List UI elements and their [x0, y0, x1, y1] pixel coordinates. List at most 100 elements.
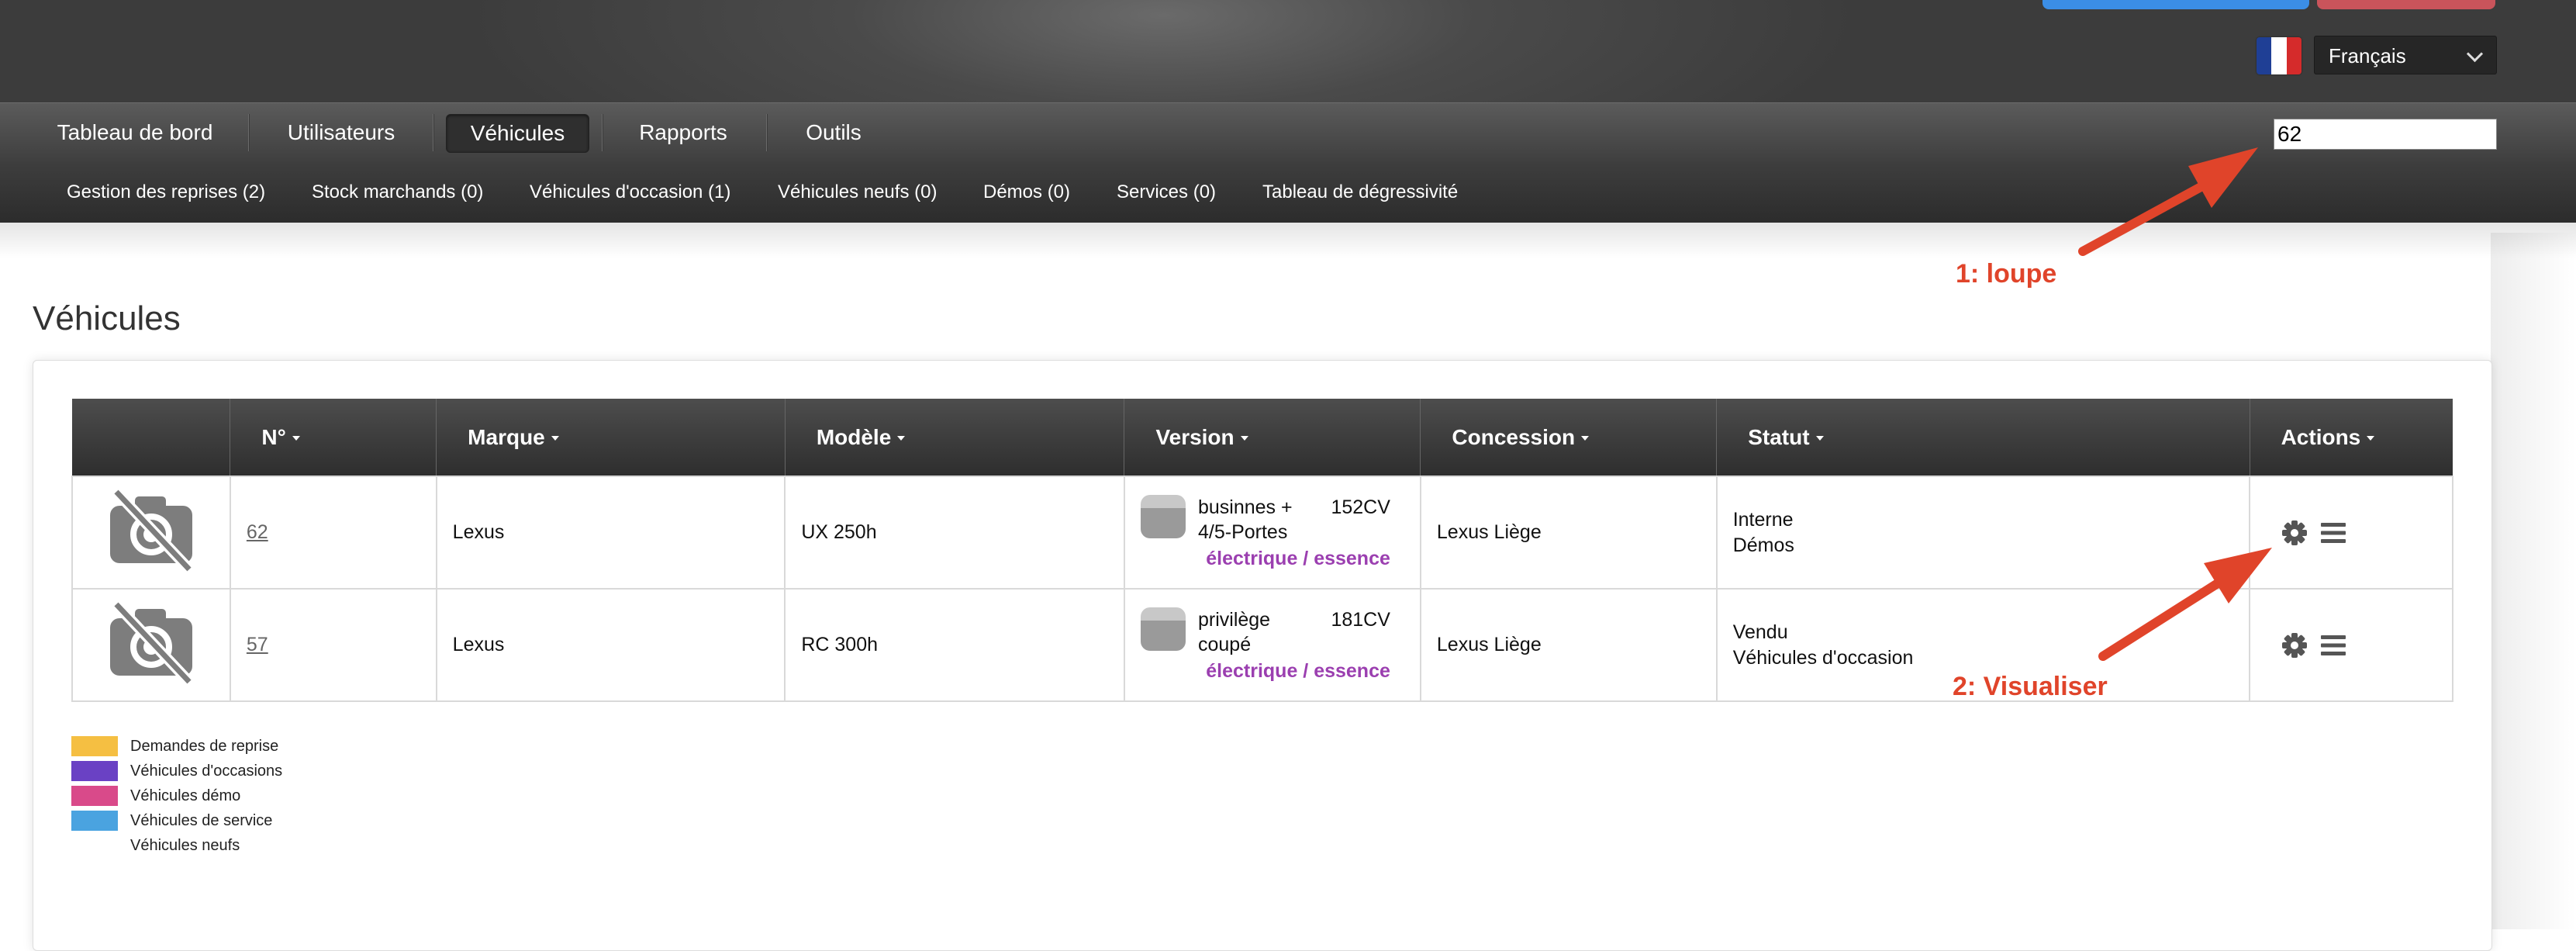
col-actions-header[interactable]: Actions — [2249, 399, 2453, 476]
gear-icon[interactable] — [2281, 632, 2308, 659]
col-num-label: N° — [261, 424, 286, 449]
page-title: Véhicules — [33, 299, 181, 337]
legend-label: Véhicules démo — [130, 787, 241, 804]
nav-divider — [248, 114, 250, 151]
nav-item-utilisateurs[interactable]: Utilisateurs — [273, 114, 409, 151]
vehicle-number-link[interactable]: 57 — [247, 634, 268, 655]
col-concession-label: Concession — [1452, 424, 1576, 449]
language-select[interactable]: Français — [2314, 36, 2497, 74]
nav-item-outils[interactable]: Outils — [783, 114, 884, 151]
legend-label: Véhicules d'occasions — [130, 762, 283, 780]
version-cell: privilège 181CV coupé électrique / essenc… — [1123, 588, 1421, 702]
french-flag-icon — [2257, 37, 2301, 74]
nav-divider — [602, 114, 603, 151]
page-side-shadow — [2491, 233, 2576, 929]
col-version-label: Version — [1155, 424, 1234, 449]
top-header: Français — [0, 0, 2576, 102]
legend-swatch — [71, 761, 118, 781]
col-statut-header[interactable]: Statut — [1716, 399, 2250, 476]
col-modele-label: Modèle — [816, 424, 892, 449]
no-photo-icon — [109, 600, 194, 686]
nav-item-vehicules[interactable]: Véhicules — [446, 114, 589, 153]
photo-cell — [71, 588, 231, 702]
statut-line-2: Véhicules d'occasion — [1732, 646, 1914, 669]
version-name: businnes + — [1197, 496, 1293, 518]
nav-item-rapports[interactable]: Rapports — [620, 114, 746, 151]
no-photo-icon — [109, 488, 194, 573]
main-nav: Tableau de bord Utilisateurs Véhicules R… — [0, 102, 2576, 163]
legend-label: Véhicules neufs — [130, 836, 240, 854]
table-row: 62 Lexus UX 250h businnes + 152CV 4/5-Por… — [71, 476, 2453, 590]
version-body: 4/5-Portes — [1197, 520, 1288, 543]
col-actions-label: Actions — [2281, 424, 2361, 449]
statut-cell: Interne Démos — [1715, 476, 2251, 590]
modele-cell: UX 250h — [784, 476, 1125, 590]
actions-cell — [2249, 588, 2453, 702]
num-cell: 57 — [229, 588, 437, 702]
list-icon[interactable] — [2320, 521, 2346, 545]
sort-caret-icon — [1240, 436, 1248, 441]
version-power: 152CV — [1331, 496, 1390, 518]
subnav-item-vehicules-neufs[interactable]: Véhicules neufs (0) — [778, 162, 937, 223]
chevron-down-icon — [2466, 45, 2484, 63]
statut-line-2: Démos — [1732, 534, 1794, 556]
sort-caret-icon — [1581, 436, 1590, 441]
col-photo-header — [72, 399, 230, 476]
legend-swatch — [71, 736, 118, 756]
modele-cell: RC 300h — [784, 588, 1125, 702]
top-blue-button[interactable] — [2042, 0, 2309, 9]
subnav-item-tableau-degressivite[interactable]: Tableau de dégressivité — [1262, 162, 1458, 223]
actions-cell — [2249, 476, 2453, 590]
version-thumbnail-icon — [1140, 494, 1186, 538]
legend-item: Véhicules démo — [71, 783, 282, 808]
col-version-header[interactable]: Version — [1124, 399, 1421, 476]
marque-cell: Lexus — [435, 476, 786, 590]
col-concession-header[interactable]: Concession — [1420, 399, 1717, 476]
vehicle-number-link[interactable]: 62 — [247, 521, 268, 543]
nav-item-tableau-de-bord[interactable]: Tableau de bord — [47, 114, 223, 151]
list-icon[interactable] — [2320, 634, 2346, 657]
col-marque-header[interactable]: Marque — [436, 399, 786, 476]
legend-swatch — [71, 786, 118, 806]
fuel-type: électrique / essence — [1206, 659, 1390, 682]
fuel-type: électrique / essence — [1206, 547, 1390, 569]
col-num-header[interactable]: N° — [230, 399, 437, 476]
num-cell: 62 — [229, 476, 437, 590]
legend-item: Véhicules neufs — [71, 833, 282, 858]
search-input[interactable] — [2274, 119, 2497, 150]
nav-divider — [766, 114, 768, 151]
subnav-item-demos[interactable]: Démos (0) — [983, 162, 1070, 223]
legend-item: Demandes de reprise — [71, 734, 282, 759]
col-statut-label: Statut — [1748, 424, 1810, 449]
version-body: coupé — [1197, 633, 1252, 655]
legend-label: Véhicules de service — [130, 811, 273, 829]
sort-caret-icon — [292, 436, 300, 441]
subnav-item-vehicules-occasion[interactable]: Véhicules d'occasion (1) — [530, 162, 730, 223]
col-modele-header[interactable]: Modèle — [784, 399, 1124, 476]
subnav-item-gestion-reprises[interactable]: Gestion des reprises (2) — [67, 162, 265, 223]
sort-caret-icon — [897, 436, 906, 441]
col-marque-label: Marque — [468, 424, 545, 449]
sort-caret-icon — [2367, 436, 2375, 441]
statut-line-1: Vendu — [1732, 621, 1788, 643]
version-power: 181CV — [1331, 608, 1390, 631]
top-red-button[interactable] — [2317, 0, 2495, 9]
version-name: privilège — [1197, 608, 1271, 631]
nav-divider — [433, 114, 434, 151]
legend-item: Véhicules de service — [71, 808, 282, 833]
legend-swatch — [71, 835, 118, 856]
legend-swatch — [71, 811, 118, 831]
sub-nav: Gestion des reprises (2) Stock marchands… — [0, 162, 2576, 223]
subnav-item-stock-marchands[interactable]: Stock marchands (0) — [312, 162, 483, 223]
photo-cell — [71, 476, 231, 590]
sort-caret-icon — [551, 436, 559, 441]
subnav-shadow — [0, 223, 2576, 258]
sort-caret-icon — [1815, 436, 1824, 441]
color-legend: Demandes de reprise Véhicules d'occasion… — [71, 734, 282, 858]
concession-cell: Lexus Liège — [1419, 476, 1718, 590]
gear-icon[interactable] — [2281, 520, 2308, 546]
annotation-loupe: 1: loupe — [1956, 259, 2057, 289]
subnav-item-services[interactable]: Services (0) — [1117, 162, 1216, 223]
version-thumbnail-icon — [1140, 607, 1186, 651]
marque-cell: Lexus — [435, 588, 786, 702]
